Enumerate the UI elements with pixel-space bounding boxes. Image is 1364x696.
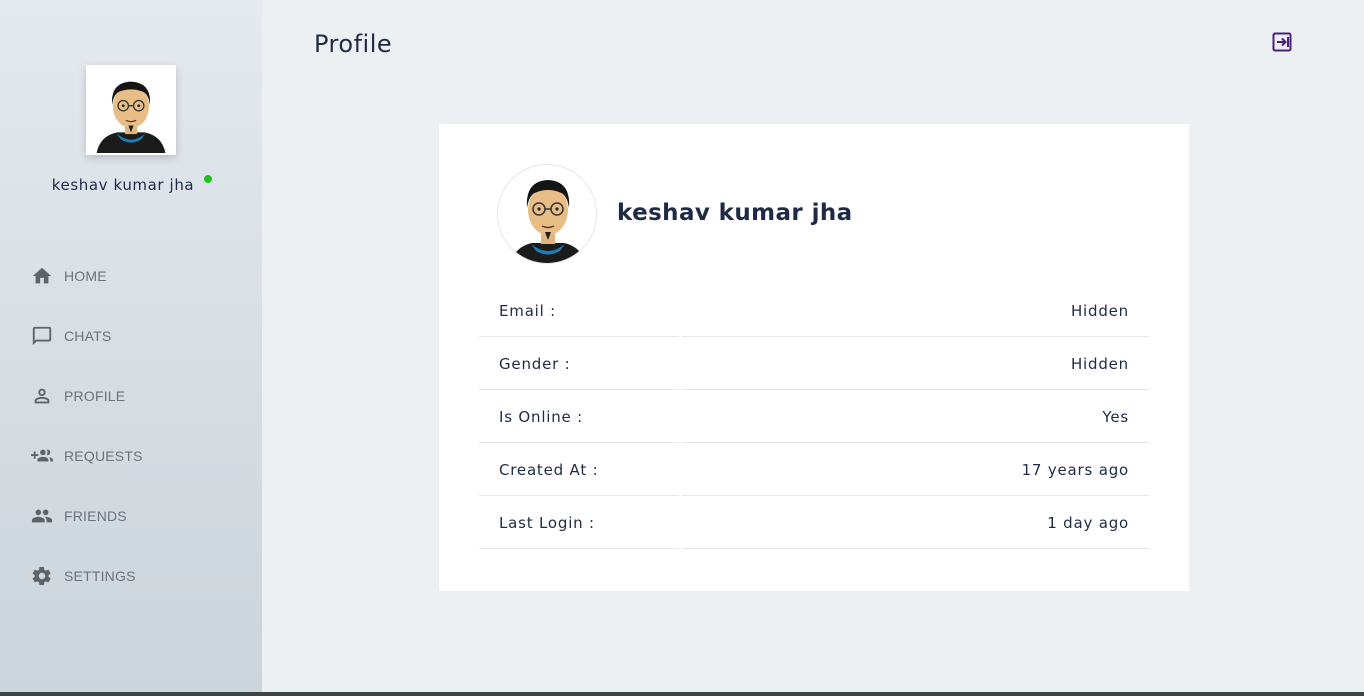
profile-card: keshav kumar jha Email : Hidden Gender :… <box>439 124 1189 591</box>
info-label: Created At : <box>499 460 599 479</box>
home-icon <box>30 264 54 288</box>
person-icon <box>30 384 54 408</box>
info-value: 17 years ago <box>1021 460 1129 479</box>
logout-button[interactable] <box>1270 30 1294 54</box>
info-label: Last Login : <box>499 513 595 532</box>
group-icon <box>30 504 54 528</box>
sidebar-item-label: FRIENDS <box>64 508 127 524</box>
sidebar-item-requests[interactable]: REQUESTS <box>0 426 262 486</box>
sidebar-item-label: HOME <box>64 268 107 284</box>
avatar-illustration <box>88 67 174 153</box>
info-row-last-login: Last Login : 1 day ago <box>479 496 1149 549</box>
sidebar-avatar[interactable] <box>86 65 176 155</box>
sidebar-item-friends[interactable]: FRIENDS <box>0 486 262 546</box>
info-label: Is Online : <box>499 407 584 426</box>
info-label: Gender : <box>499 354 571 373</box>
sidebar-item-home[interactable]: HOME <box>0 246 262 306</box>
page-title: Profile <box>314 30 393 58</box>
bottom-border <box>0 692 1364 696</box>
sidebar-item-label: PROFILE <box>64 388 126 404</box>
info-value: Hidden <box>1070 301 1129 320</box>
chat-icon <box>30 324 54 348</box>
gear-icon <box>30 564 54 588</box>
add-group-icon <box>30 444 54 468</box>
info-row-created-at: Created At : 17 years ago <box>479 443 1149 496</box>
profile-avatar[interactable] <box>497 164 597 264</box>
sidebar-item-label: SETTINGS <box>64 568 136 584</box>
info-row-is-online: Is Online : Yes <box>479 390 1149 443</box>
sidebar-item-label: CHATS <box>64 328 112 344</box>
sidebar-item-label: REQUESTS <box>64 448 143 464</box>
app-window: keshav kumar jha HOME CHATS PROFILE REQU… <box>0 0 1364 696</box>
sidebar-item-settings[interactable]: SETTINGS <box>0 546 262 606</box>
info-label: Email : <box>499 301 557 320</box>
info-row-gender: Gender : Hidden <box>479 337 1149 390</box>
logout-icon <box>1272 32 1292 52</box>
online-status-dot <box>204 175 212 183</box>
avatar-illustration <box>498 165 596 263</box>
sidebar-item-chats[interactable]: CHATS <box>0 306 262 366</box>
sidebar-nav: HOME CHATS PROFILE REQUESTS FRIENDS SETT… <box>0 246 262 606</box>
sidebar: keshav kumar jha HOME CHATS PROFILE REQU… <box>0 0 262 692</box>
info-row-email: Email : Hidden <box>479 284 1149 337</box>
info-value: 1 day ago <box>1047 513 1129 532</box>
profile-info-table: Email : Hidden Gender : Hidden Is Online… <box>479 284 1149 549</box>
profile-name: keshav kumar jha <box>617 200 853 226</box>
info-value: Yes <box>1102 407 1129 426</box>
info-value: Hidden <box>1070 354 1129 373</box>
sidebar-item-profile[interactable]: PROFILE <box>0 366 262 426</box>
